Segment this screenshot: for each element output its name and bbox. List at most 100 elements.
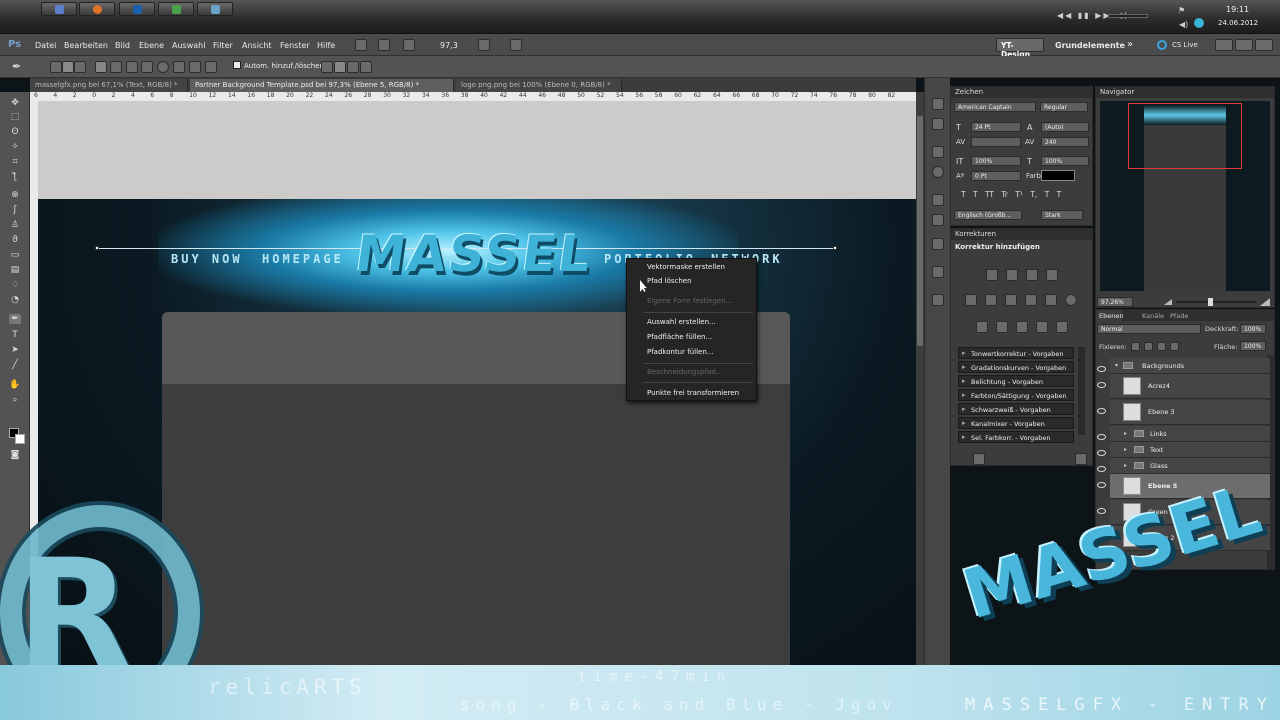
vertical-scale-field[interactable]: 100% [971,156,1021,166]
healing-brush-icon[interactable]: ⊕ [9,190,21,200]
swatches-panel-icon[interactable] [932,146,944,158]
presets-scrollbar[interactable] [1078,347,1085,435]
zoom-tool-icon[interactable]: ⌕ [9,395,21,405]
lock-position-icon[interactable] [1157,342,1166,351]
zoom-in-icon[interactable] [1260,298,1270,306]
expand-group-icon[interactable]: ▸ [1124,430,1127,437]
speaker-icon[interactable]: ◀) [1179,20,1188,29]
rounded-rectangle-icon[interactable] [141,61,153,73]
freeform-pen-icon[interactable] [110,61,122,73]
menu-item-pfadflaeche-fuellen[interactable]: Pfadfläche füllen... [647,333,712,341]
quick-select-icon[interactable]: ✧ [9,142,21,152]
dodge-tool-icon[interactable]: ◔ [9,295,21,305]
path-combine-subtract-icon[interactable] [334,61,346,73]
path-combine-exclude-icon[interactable] [360,61,372,73]
fill-field[interactable]: 100% [1240,341,1266,351]
type-tool-icon[interactable]: T [9,330,21,340]
expand-group-icon[interactable]: ▸ [1124,446,1127,453]
menu-item-auswahl-erstellen[interactable]: Auswahl erstellen... [647,318,716,326]
screen-mode-icon[interactable] [510,39,522,51]
visibility-eye-icon[interactable] [1097,366,1106,372]
layer-group-backgrounds[interactable]: ▾ Backgrounds [1097,358,1270,374]
vertical-scrollbar[interactable] [916,92,924,670]
adjustments-clip-icon[interactable] [1075,453,1087,465]
minimize-button[interactable] [1215,39,1233,51]
view-extras-icon[interactable] [403,39,415,51]
threshold-icon[interactable] [1016,321,1028,333]
gradient-tool-icon[interactable]: ▤ [9,265,21,275]
tab-masselgfx[interactable]: masselgfx.png bei 67,1% (Text, RGB/8) * [30,79,188,92]
paths-mode-icon[interactable] [62,61,74,73]
tab-pfade[interactable]: Pfade [1170,312,1188,320]
channel-mixer-icon[interactable] [1065,294,1077,306]
network-icon[interactable] [1194,18,1204,28]
close-button[interactable] [1255,39,1273,51]
lasso-tool-icon[interactable]: ʘ [9,127,21,137]
zoom-level[interactable]: 97,3 [440,41,458,50]
actions-panel-icon[interactable] [932,118,944,130]
arrange-documents-icon[interactable] [478,39,490,51]
taskbar-app-firefox[interactable] [79,2,115,16]
menu-filter[interactable]: Filter [213,41,233,50]
workspace-yt-design[interactable]: YT-Design [996,38,1044,59]
history-brush-icon[interactable]: ϑ [9,235,21,245]
subscript-button[interactable]: T, [1030,190,1037,199]
menu-item-vektormaske[interactable]: Vektormaske erstellen [647,263,725,271]
eraser-icon[interactable]: ▭ [9,250,21,260]
brush-panel-icon[interactable] [932,194,944,206]
horizontal-scale-field[interactable]: 100% [1041,156,1089,166]
tab-ebenen[interactable]: Ebenen [1096,310,1123,321]
scrollbar-thumb[interactable] [917,116,923,346]
taskbar-app-explorer[interactable] [41,2,77,16]
strikethrough-button[interactable]: T [1057,190,1062,199]
invert-icon[interactable] [976,321,988,333]
paragraph-panel-icon[interactable] [932,266,944,278]
minibridge-icon[interactable] [378,39,390,51]
black-white-icon[interactable] [1025,294,1037,306]
all-caps-button[interactable]: TT [985,190,994,199]
bridge-icon[interactable] [355,39,367,51]
layer-acrez4[interactable]: Acrez4 [1097,374,1270,399]
menu-bild[interactable]: Bild [115,41,130,50]
photo-filter-icon[interactable] [1045,294,1057,306]
tab-kanaele[interactable]: Kanäle [1142,312,1164,320]
tracking-field[interactable]: 240 [1041,137,1089,147]
preset-belichtung[interactable]: Belichtung - Vorgaben [958,375,1074,387]
visibility-eye-icon[interactable] [1097,382,1106,388]
preset-farbton-saettigung[interactable]: Farbton/Sättigung - Vorgaben [958,389,1074,401]
ellipse-shape-icon[interactable] [157,61,169,73]
menu-hilfe[interactable]: Hilfe [317,41,335,50]
type-style-buttons[interactable]: T T TT Tr T¹ T, T T [961,190,1061,199]
selective-color-icon[interactable] [1056,321,1068,333]
navigator-preview[interactable] [1100,101,1270,295]
more-workspaces-icon[interactable]: » [1127,39,1133,50]
tool-presets-icon[interactable] [932,294,944,306]
faux-bold-button[interactable]: T [961,190,966,199]
fill-pixels-icon[interactable] [74,61,86,73]
line-shape-icon[interactable] [189,61,201,73]
clone-stamp-icon[interactable]: ♙ [9,220,21,230]
navigator-zoom-field[interactable]: 97,26% [1097,297,1133,307]
navigator-zoom-slider[interactable] [1176,301,1256,303]
faux-italic-button[interactable]: T [973,190,978,199]
pen-tool-preset-icon[interactable]: ✒ [12,60,21,73]
clone-source-icon[interactable] [932,214,944,226]
small-caps-button[interactable]: Tr [1001,190,1008,199]
layer-ebene-3[interactable]: Ebene 3 [1097,400,1270,425]
polygon-shape-icon[interactable] [173,61,185,73]
menu-ebene[interactable]: Ebene [139,41,164,50]
workspace-grundelemente[interactable]: Grundelemente [1055,41,1125,50]
marquee-tool-icon[interactable]: ⬚ [9,112,21,122]
taskbar-app-photoshop[interactable] [119,2,155,16]
shape-layers-icon[interactable] [50,61,62,73]
taskbar-app-desktop[interactable] [197,2,233,16]
quick-mask-icon[interactable]: ◙ [9,450,21,460]
preset-schwarzweiss[interactable]: Schwarzweiß - Vorgaben [958,403,1074,415]
path-combine-add-icon[interactable] [321,61,333,73]
cs-live-button[interactable]: CS Live [1172,41,1198,49]
opacity-field[interactable]: 100% [1240,324,1266,334]
superscript-button[interactable]: T¹ [1015,190,1023,199]
menu-ansicht[interactable]: Ansicht [242,41,272,50]
pen-tool-icon[interactable]: ✒ [9,314,21,324]
menu-datei[interactable]: Datei [35,41,56,50]
